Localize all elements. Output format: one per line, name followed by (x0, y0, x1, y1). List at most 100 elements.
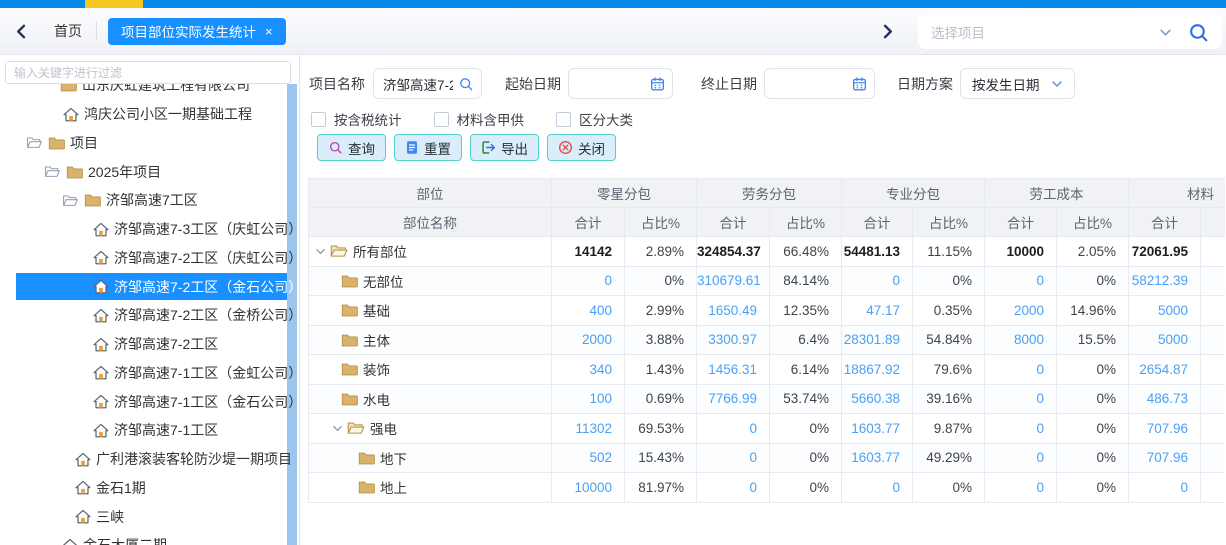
total-value-cell[interactable]: 8000 (985, 325, 1057, 355)
checkbox-box[interactable] (556, 112, 571, 127)
total-value-cell[interactable]: 486.73 (1129, 384, 1201, 414)
total-value-cell[interactable]: 47.17 (842, 296, 913, 326)
row-name-cell[interactable]: 无部位 (309, 266, 552, 296)
total-value-cell[interactable]: 28301.89 (842, 325, 913, 355)
row-name-cell[interactable]: 强电 (309, 414, 552, 444)
total-value-cell[interactable]: 400 (552, 296, 625, 326)
tree-item[interactable]: 山东庆虹建筑工程有限公司 (0, 84, 299, 100)
chevron-right-icon[interactable] (881, 24, 894, 39)
total-value-cell[interactable]: 1456.31 (697, 355, 770, 385)
total-value-cell[interactable]: 2000 (552, 325, 625, 355)
tree-item[interactable]: 金石大厦二期 (0, 531, 299, 545)
tree-item[interactable]: 鸿庆公司小区一期基础工程 (0, 100, 299, 129)
row-name-cell[interactable]: 基础 (309, 296, 552, 326)
total-value-cell[interactable]: 0 (985, 355, 1057, 385)
tree-item[interactable]: 济邹高速7-1工区 (0, 416, 299, 445)
total-value-cell[interactable]: 0 (985, 384, 1057, 414)
row-name-cell[interactable]: 装饰 (309, 355, 552, 385)
close-button[interactable]: 关闭 (547, 134, 616, 161)
total-value-cell[interactable]: 0 (985, 473, 1057, 503)
checkbox-tax[interactable]: 按含税统计 (311, 109, 402, 129)
tree-item[interactable]: 金石1期 (0, 474, 299, 503)
tab-active-label: 项目部位实际发生统计 (121, 21, 256, 41)
total-value-cell[interactable]: 18867.92 (842, 355, 913, 385)
total-value-cell[interactable]: 502 (552, 443, 625, 473)
tab-home[interactable]: 首页 (54, 21, 82, 41)
date-scheme-select[interactable]: 按发生日期 (960, 68, 1075, 99)
tree-item[interactable]: 项目 (0, 129, 299, 158)
tree-item[interactable]: 三峡 (0, 502, 299, 531)
tree-item[interactable]: 济邹高速7-2工区（金桥公司） (0, 301, 299, 330)
total-value-cell[interactable]: 11302 (552, 414, 625, 444)
column-subheader-percent: 占比% (625, 208, 697, 237)
total-value-cell[interactable]: 0 (985, 443, 1057, 473)
total-value-cell[interactable]: 0 (1129, 473, 1201, 503)
total-value-cell[interactable]: 0 (842, 473, 913, 503)
chevron-down-icon[interactable] (315, 246, 326, 257)
total-value-cell[interactable]: 2000 (985, 296, 1057, 326)
folder-open-expander-icon[interactable] (44, 165, 61, 178)
tree-item[interactable]: 济邹高速7-2工区（庆虹公司） (0, 244, 299, 273)
query-button[interactable]: 查询 (317, 134, 386, 161)
checkbox-category[interactable]: 区分大类 (556, 109, 633, 129)
total-value-cell[interactable]: 100 (552, 384, 625, 414)
total-value-cell[interactable]: 0 (697, 414, 770, 444)
total-value-cell[interactable]: 707.96 (1129, 414, 1201, 444)
chevron-down-icon[interactable] (1159, 26, 1172, 39)
tree-item-label: 项目 (70, 133, 98, 153)
total-value-cell[interactable]: 10000 (552, 473, 625, 503)
total-value-cell[interactable]: 0 (552, 266, 625, 296)
checkbox-material-supply[interactable]: 材料含甲供 (434, 109, 525, 129)
total-value-cell[interactable]: 1603.77 (842, 414, 913, 444)
folder-open-expander-icon[interactable] (26, 136, 43, 149)
total-value-cell[interactable]: 5000 (1129, 296, 1201, 326)
chevron-down-icon[interactable] (332, 423, 343, 434)
total-value-cell[interactable]: 0 (985, 266, 1057, 296)
total-value-cell[interactable]: 0 (697, 473, 770, 503)
total-value-cell[interactable]: 5660.38 (842, 384, 913, 414)
total-value-cell[interactable]: 1650.49 (697, 296, 770, 326)
percent-cell: 6.14% (770, 355, 842, 385)
chevron-left-icon[interactable] (15, 24, 28, 39)
row-name-cell[interactable]: 所有部位 (309, 237, 552, 267)
checkbox-box[interactable] (311, 112, 326, 127)
tree-item[interactable]: 济邹高速7-1工区（金石公司） (0, 387, 299, 416)
total-value-cell[interactable]: 3300.97 (697, 325, 770, 355)
tree-item[interactable]: 济邹高速7-2工区 (0, 330, 299, 359)
table-row: 主体20003.88%3300.976.4%28301.8954.84%8000… (309, 325, 1226, 355)
tab-close-icon[interactable]: × (265, 25, 273, 38)
total-value-cell[interactable]: 5000 (1129, 325, 1201, 355)
search-icon[interactable] (458, 76, 474, 92)
row-name-cell[interactable]: 水电 (309, 384, 552, 414)
total-value-cell[interactable]: 7766.99 (697, 384, 770, 414)
row-name-cell[interactable]: 地下 (309, 443, 552, 473)
total-value-cell[interactable]: 0 (697, 443, 770, 473)
total-value-cell[interactable]: 310679.61 (697, 266, 770, 296)
calendar-icon[interactable] (650, 76, 665, 91)
calendar-icon[interactable] (852, 76, 867, 91)
tree-item[interactable]: 广利港滚装客轮防沙堤一期项目 (0, 445, 299, 474)
export-button[interactable]: 导出 (470, 134, 539, 161)
total-value-cell[interactable]: 2654.87 (1129, 355, 1201, 385)
tree-item[interactable]: 济邹高速7-2工区（金石公司） (0, 272, 299, 301)
project-select[interactable]: 选择项目 (918, 15, 1222, 49)
total-value-cell[interactable]: 0 (985, 414, 1057, 444)
total-value-cell[interactable]: 707.96 (1129, 443, 1201, 473)
total-value-cell[interactable]: 58212.39 (1129, 266, 1201, 296)
tree-item[interactable]: 济邹高速7工区 (0, 186, 299, 215)
total-value-cell[interactable]: 0 (842, 266, 913, 296)
reset-button[interactable]: 重置 (394, 134, 462, 161)
total-value-cell[interactable]: 340 (552, 355, 625, 385)
row-name-cell[interactable]: 地上 (309, 473, 552, 503)
tree-item[interactable]: 2025年项目 (0, 157, 299, 186)
total-value-cell[interactable]: 1603.77 (842, 443, 913, 473)
tab-active[interactable]: 项目部位实际发生统计 × (108, 18, 286, 45)
tree-item[interactable]: 济邹高速7-1工区（金虹公司） (0, 359, 299, 388)
row-name-cell[interactable]: 主体 (309, 325, 552, 355)
tree-filter-input[interactable] (5, 61, 291, 84)
percent-cell: 0.35% (913, 296, 985, 326)
folder-open-expander-icon[interactable] (62, 194, 79, 207)
search-icon[interactable] (1188, 22, 1209, 43)
tree-item[interactable]: 济邹高速7-3工区（庆虹公司） (0, 215, 299, 244)
checkbox-box[interactable] (434, 112, 449, 127)
